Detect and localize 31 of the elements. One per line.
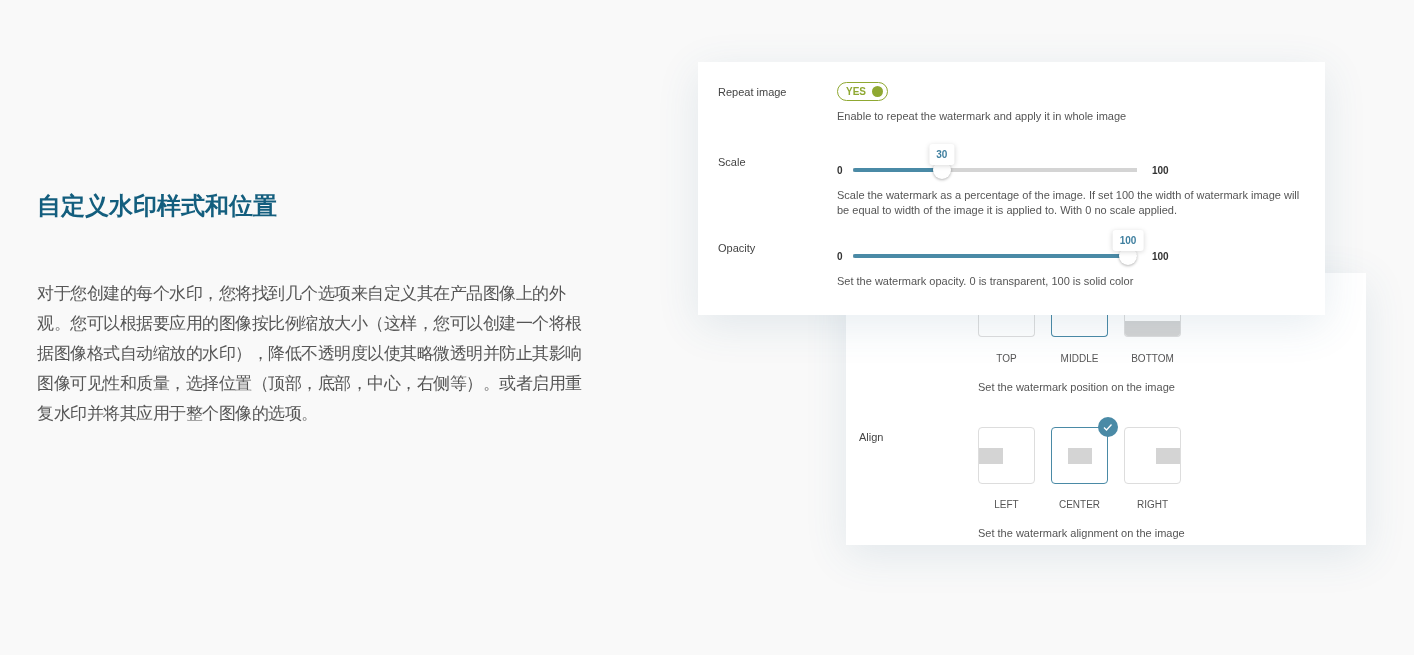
slider-max-label: 100	[1151, 163, 1170, 178]
setting-label: Opacity	[718, 241, 757, 256]
setting-description: Set the watermark opacity. 0 is transparent, 100 is solid color	[837, 274, 1135, 289]
watermark-preview	[1156, 447, 1180, 464]
value-tooltip: 30	[929, 144, 955, 165]
option-label: MIDDLE	[1059, 351, 1100, 366]
slider-min-label: 0	[837, 163, 844, 178]
value-tooltip: 100	[1112, 230, 1144, 251]
option-label: BOTTOM	[1130, 351, 1175, 366]
section-heading: 自定义水印样式和位置	[37, 191, 278, 222]
watermark-preview	[979, 447, 1003, 464]
setting-description: Scale the watermark as a percentage of the image. If set 100 the width of watermark image will be equal to width of the image it is applied to. With 0 no scale applied.	[837, 188, 1301, 218]
setting-label: Scale	[718, 155, 747, 170]
watermark-preview	[1067, 447, 1092, 464]
setting-description: Set the watermark alignment on the image	[978, 526, 1186, 541]
setting-description: Set the watermark position on the image	[978, 379, 1176, 395]
option-label: RIGHT	[1135, 498, 1170, 512]
option-label: TOP	[995, 351, 1018, 366]
toggle-switch[interactable]: YES	[837, 82, 888, 101]
option-tile[interactable]	[1051, 315, 1108, 337]
option-tile[interactable]	[1051, 426, 1108, 484]
slider-min-label: 0	[837, 249, 844, 264]
setting-label: Repeat image	[718, 85, 788, 100]
option-label: LEFT	[993, 498, 1020, 512]
check-icon	[1098, 416, 1118, 437]
description-paragraph: 对于您创建的每个水印，您将找到几个选项来自定义其在产品图像上的外观。您可以根据要应用的图像按比例缩放大小（这样，您可以创建一个将根据图像格式自动缩放的水印），降低不透明度以使其略微透明并防止其影响图像可见性和质量，选择位置（顶部，底部，中心，右侧等）。或者启用重复水印并将其应用于整个图像的选项。	[37, 282, 583, 425]
option-label: CENTER	[1057, 498, 1102, 512]
watermark-preview	[1125, 321, 1180, 336]
slider-max-label: 100	[1151, 249, 1170, 264]
setting-description: Enable to repeat the watermark and apply it in whole image	[837, 109, 1128, 124]
setting-label: Align	[859, 429, 885, 445]
